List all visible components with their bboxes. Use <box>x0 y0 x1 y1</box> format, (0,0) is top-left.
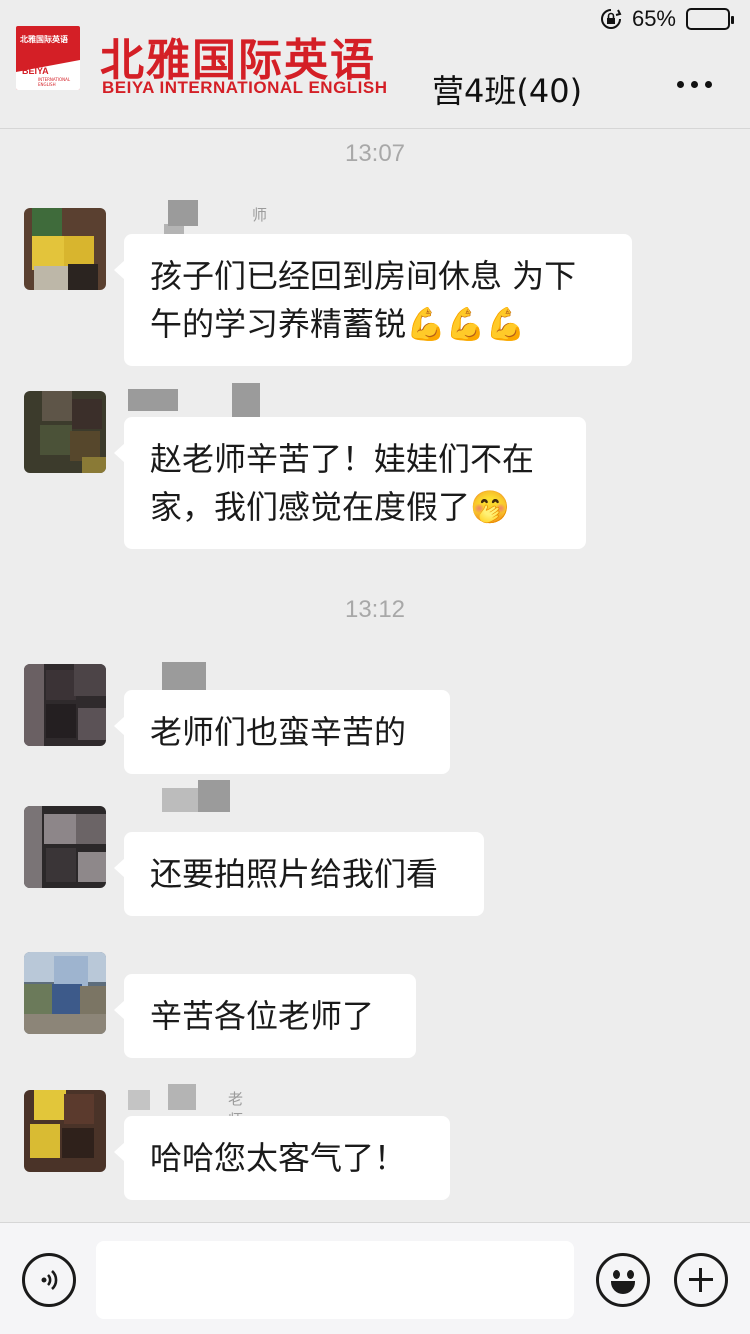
message-text-line: 辛苦各位老师了 <box>150 997 375 1035</box>
brand-title-en: BEIYA INTERNATIONAL ENGLISH <box>102 78 388 97</box>
chat-title: 营4班(40) <box>432 72 583 110</box>
message-text-line: 哈哈您太客气了！ <box>150 1139 407 1177</box>
avatar[interactable] <box>24 664 106 746</box>
message-bubble[interactable]: 辛苦各位老师了 <box>114 974 416 1058</box>
message-bubble[interactable]: 老师们也蛮辛苦的 <box>114 690 450 774</box>
chat-input-bar <box>0 1222 750 1334</box>
message-text-line: 赵老师辛苦了！娃娃们不在 <box>150 440 535 478</box>
more-dots-icon[interactable] <box>674 72 714 96</box>
message-text-line: 午的学习养精蓄锐💪💪💪 <box>150 305 526 343</box>
avatar[interactable] <box>24 1090 106 1172</box>
message-bubble[interactable]: 赵老师辛苦了！娃娃们不在 家，我们感觉在度假了🤭 <box>114 417 586 549</box>
emoji-icon[interactable] <box>596 1253 650 1307</box>
message-text-line: 家，我们感觉在度假了🤭 <box>150 488 510 526</box>
message-bubble[interactable]: 还要拍照片给我们看 <box>114 832 484 916</box>
avatar[interactable] <box>24 208 106 290</box>
message-input[interactable] <box>96 1241 574 1319</box>
beiya-logo: 北雅国际英语 BEIYA INTERNATIONAL ENGLISH <box>16 26 80 90</box>
plus-icon[interactable] <box>674 1253 728 1307</box>
timestamp: 13:07 <box>344 140 406 167</box>
voice-icon[interactable] <box>22 1253 76 1307</box>
avatar[interactable] <box>24 391 106 473</box>
message-bubble[interactable]: 孩子们已经回到房间休息 为下 午的学习养精蓄锐💪💪💪 <box>114 234 632 366</box>
message-text-line: 老师们也蛮辛苦的 <box>150 713 407 751</box>
chat-header: 北雅国际英语 BEIYA INTERNATIONAL ENGLISH 北雅国际英… <box>0 20 750 128</box>
logo-tiny: INTERNATIONAL ENGLISH <box>38 77 71 87</box>
logo-beiya: BEIYA <box>22 66 49 76</box>
avatar[interactable] <box>24 806 106 888</box>
message-text-line: 孩子们已经回到房间休息 为下 <box>150 257 577 295</box>
logo-small-cn: 北雅国际英语 <box>20 35 68 44</box>
message-text-line: 还要拍照片给我们看 <box>150 855 439 893</box>
avatar[interactable] <box>24 952 106 1034</box>
header-divider <box>0 128 750 129</box>
sender-name-fragment: 师 <box>252 206 268 224</box>
timestamp: 13:12 <box>344 596 406 623</box>
message-bubble[interactable]: 哈哈您太客气了！ <box>114 1116 450 1200</box>
